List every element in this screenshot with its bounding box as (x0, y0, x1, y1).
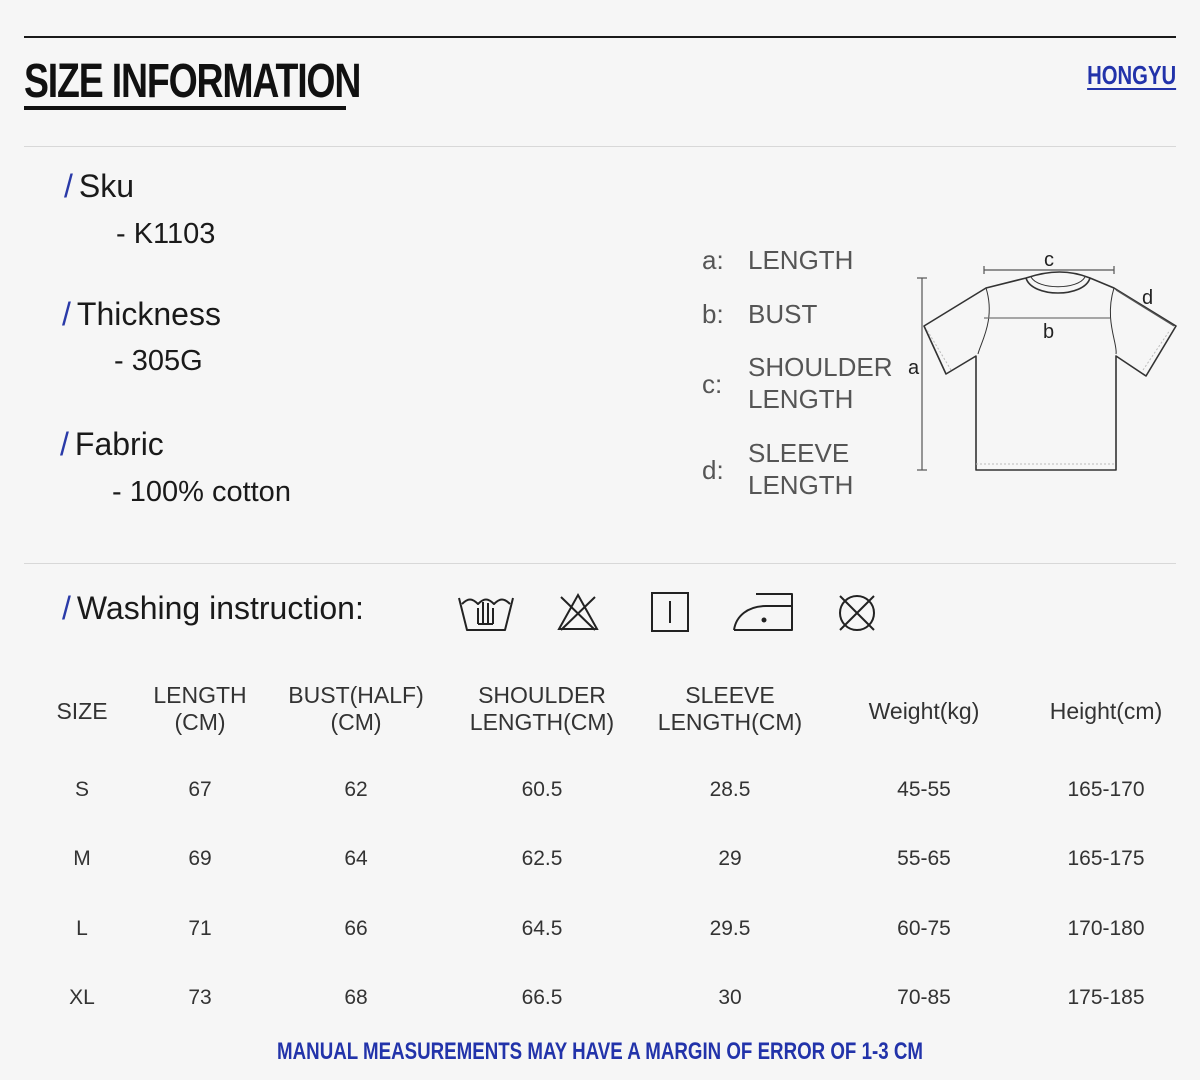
diagram-label-b: b (1043, 321, 1054, 343)
table-cell: 73 (188, 986, 212, 1009)
tshirt-outline (923, 271, 1177, 471)
brand-link[interactable]: HONGYU (1087, 60, 1176, 91)
slash-mark: / (60, 426, 69, 462)
table-cell: 45-55 (897, 778, 951, 801)
legend-text-d-line2: LENGTH (748, 470, 854, 500)
legend-text-b: BUST (748, 299, 818, 329)
table-cell: 64 (344, 847, 368, 870)
title-underline (24, 106, 346, 110)
legend-text-d-line1: SLEEVE (748, 438, 850, 468)
spec-fabric-label: Fabric (74, 426, 164, 462)
slash-mark: / (62, 590, 71, 626)
spec-sku-heading: / Sku (64, 168, 134, 205)
slash-mark: / (62, 296, 71, 332)
legend-key-a: a: (702, 245, 724, 275)
table-row-size: M (73, 847, 91, 870)
legend-key-c: c: (702, 369, 723, 399)
measurement-note: MANUAL MEASUREMENTS MAY HAVE A MARGIN OF… (277, 1038, 923, 1065)
table-cell: 55-65 (897, 847, 951, 870)
table-cell: 29.5 (709, 917, 751, 940)
table-cell: 29 (718, 847, 742, 870)
spec-fabric-heading: / Fabric (60, 426, 164, 463)
table-cell: 62.5 (521, 847, 563, 870)
legend-text-c-line1: SHOULDER (748, 352, 893, 382)
table-cell: 165-170 (1067, 778, 1145, 801)
table-cell: 64.5 (521, 917, 563, 940)
tumble-dry-line-icon (651, 592, 689, 632)
divider (24, 146, 1176, 147)
spec-fabric-value: - 100% cotton (112, 476, 291, 508)
table-cell: 28.5 (709, 778, 751, 801)
table-cell: 68 (344, 986, 368, 1009)
table-header-cell: BUST(HALF) (CM) (288, 682, 424, 735)
table-cell: 30 (718, 986, 742, 1009)
iron-icon (733, 593, 793, 631)
legend-text-a: LENGTH (748, 245, 854, 275)
do-not-dry-clean-icon (839, 595, 875, 631)
table-row-size: S (74, 778, 90, 801)
diagram-label-a: a (908, 357, 920, 379)
table-cell: 69 (188, 847, 212, 870)
table-header-cell: Weight(kg) (868, 698, 980, 724)
divider (24, 563, 1176, 564)
table-row-size: XL (69, 986, 95, 1009)
hand-wash-icon (458, 597, 514, 631)
spec-thickness-value: - 305G (114, 345, 203, 377)
spec-thickness-heading: / Thickness (62, 296, 221, 333)
table-cell: 62 (344, 778, 368, 801)
table-cell: 67 (188, 778, 212, 801)
table-cell: 170-180 (1067, 917, 1145, 940)
legend-text-c-line2: LENGTH (748, 384, 854, 414)
table-header-cell: Height(cm) (1049, 698, 1163, 724)
legend-key-d: d: (702, 455, 724, 485)
spec-sku-value: - K1103 (116, 218, 216, 250)
washing-heading-label: Washing instruction: (76, 590, 364, 626)
diagram-label-d: d (1142, 287, 1153, 309)
table-row-size: L (76, 917, 88, 940)
page-title: SIZE INFORMATION (24, 55, 361, 108)
legend-key-b: b: (702, 299, 724, 329)
table-cell: 165-175 (1067, 847, 1145, 870)
table-header-cell: SLEEVE LENGTH(CM) (657, 682, 803, 735)
table-header-cell: LENGTH (CM) (153, 682, 247, 735)
washing-heading: / Washing instruction: (62, 590, 364, 627)
spec-thickness-label: Thickness (76, 296, 221, 332)
slash-mark: / (64, 168, 73, 204)
table-cell: 71 (188, 917, 212, 940)
table-header-cell: SIZE (56, 698, 108, 724)
table-cell: 66 (344, 917, 368, 940)
table-cell: 60.5 (521, 778, 563, 801)
tshirt-diagram: a b c d (908, 249, 1177, 471)
spec-sku-label: Sku (78, 168, 135, 204)
table-cell: 175-185 (1067, 986, 1145, 1009)
table-cell: 70-85 (897, 986, 951, 1009)
table-header-cell: SHOULDER LENGTH(CM) (469, 682, 615, 735)
table-cell: 66.5 (521, 986, 563, 1009)
do-not-bleach-icon (557, 592, 599, 631)
diagram-label-c: c (1044, 249, 1054, 271)
table-cell: 60-75 (897, 917, 951, 940)
top-rule (24, 36, 1176, 38)
